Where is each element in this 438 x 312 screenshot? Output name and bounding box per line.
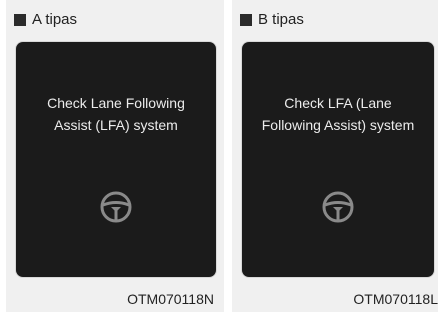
warning-message: Check LFA (Lane Following Assist) system [242, 92, 434, 136]
square-bullet-icon [14, 14, 26, 26]
steering-wheel-icon [322, 191, 354, 223]
warning-message-line2: Following Assist) system [261, 117, 415, 133]
cluster-display: Check LFA (Lane Following Assist) system [242, 42, 434, 277]
warning-message: Check Lane Following Assist (LFA) system [16, 92, 216, 136]
figure-code: OTM070118L [353, 291, 438, 307]
square-bullet-icon [240, 14, 252, 26]
steering-wheel-icon [100, 191, 132, 223]
panel-b: B tipas Check LFA (Lane Following Assist… [232, 0, 438, 312]
panel-heading-label: B tipas [258, 11, 304, 28]
panel-heading: A tipas [14, 9, 77, 31]
panel-a: A tipas Check Lane Following Assist (LFA… [6, 0, 224, 312]
warning-message-line1: Check Lane Following [47, 95, 185, 111]
figure-code: OTM070118N [127, 291, 214, 307]
panel-heading: B tipas [240, 9, 304, 31]
warning-message-line2: Assist (LFA) system [54, 117, 178, 133]
cluster-display: Check Lane Following Assist (LFA) system [16, 42, 216, 277]
warning-message-line1: Check LFA (Lane [284, 95, 392, 111]
panel-heading-label: A tipas [32, 11, 78, 28]
